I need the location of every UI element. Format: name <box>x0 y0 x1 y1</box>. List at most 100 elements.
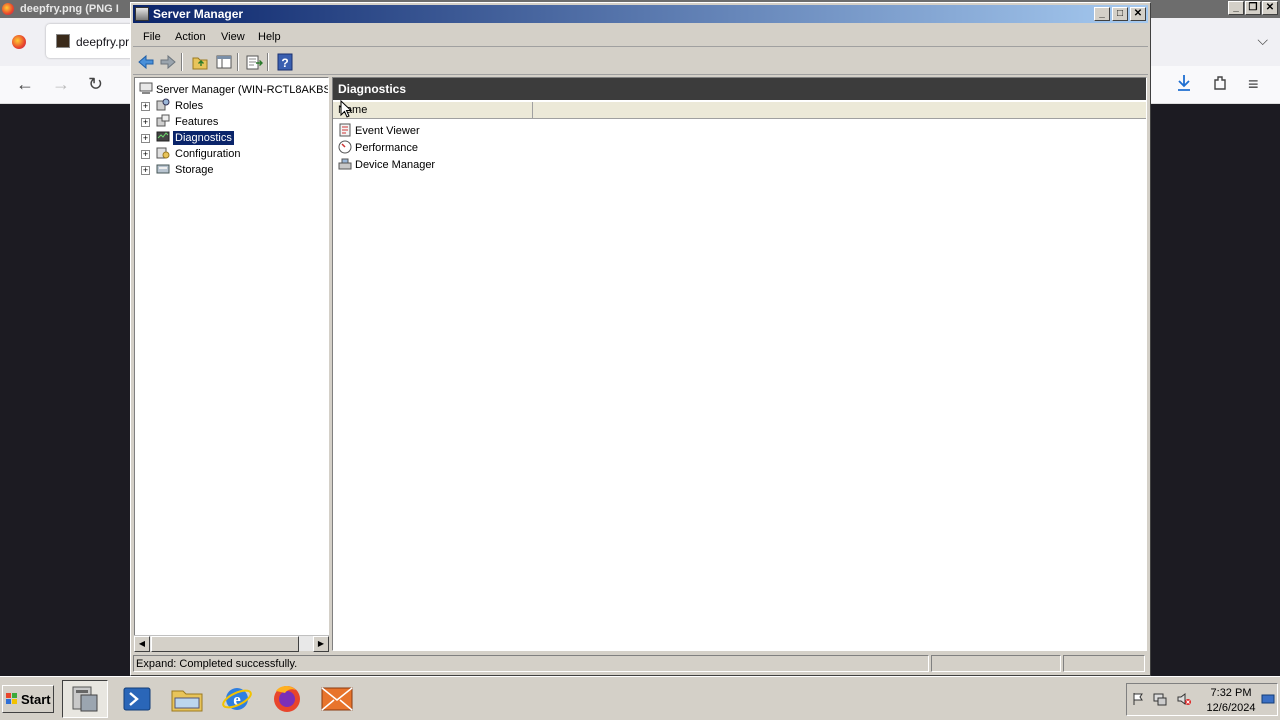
window-title: Server Manager <box>153 7 244 21</box>
storage-icon <box>156 164 170 174</box>
volume-muted-icon[interactable] <box>1177 692 1191 706</box>
server-manager-icon <box>72 686 98 712</box>
taskbar-internet-explorer[interactable]: e <box>214 680 260 718</box>
list-item-event-viewer[interactable]: Event Viewer <box>338 123 420 137</box>
list-item-label: Performance <box>355 142 418 154</box>
list-item-device-manager[interactable]: Device Manager <box>338 157 435 171</box>
firefox-logo-icon <box>2 3 14 15</box>
minimize-button[interactable]: _ <box>1094 7 1110 21</box>
status-bar: Expand: Completed successfully. <box>133 654 1148 673</box>
expand-toggle[interactable]: + <box>141 134 150 143</box>
back-icon[interactable] <box>137 53 155 71</box>
hamburger-menu-icon[interactable]: ≡ <box>1248 74 1259 95</box>
arrow-left-icon[interactable]: ← <box>16 74 34 95</box>
svg-text:?: ? <box>281 56 288 70</box>
clock-time: 7:32 PM <box>1210 687 1252 699</box>
toolbar: ? <box>133 49 1148 75</box>
show-desktop-icon[interactable] <box>1261 692 1275 706</box>
tree-node-label: Storage <box>175 164 214 176</box>
expand-toggle[interactable]: + <box>141 150 150 159</box>
forward-icon[interactable] <box>159 53 177 71</box>
status-text: Expand: Completed successfully. <box>133 655 929 672</box>
firefox-minimize-button[interactable]: _ <box>1228 1 1244 15</box>
tree-node-features[interactable]: + Features <box>141 114 220 128</box>
details-pane: Diagnostics Name Event Viewer Performanc… <box>332 77 1147 651</box>
details-header: Diagnostics <box>333 78 1146 100</box>
clock[interactable]: 7:32 PM 12/6/2024 <box>1203 686 1259 716</box>
column-header-name[interactable]: Name <box>333 102 533 119</box>
status-panel <box>931 655 1061 672</box>
taskbar-app[interactable] <box>314 680 360 718</box>
tree-node-label: Features <box>175 116 219 128</box>
reload-icon[interactable]: ↻ <box>88 74 103 95</box>
configuration-icon <box>156 147 170 159</box>
toolbar-separator <box>267 53 269 71</box>
tree-node-roles[interactable]: + Roles <box>141 98 205 112</box>
arrow-right-icon[interactable]: → <box>52 74 70 95</box>
scroll-thumb[interactable] <box>151 636 299 652</box>
show-hide-tree-icon[interactable] <box>215 53 233 71</box>
taskbar-firefox[interactable] <box>264 680 310 718</box>
server-manager-icon <box>135 7 149 21</box>
start-label: Start <box>21 692 51 707</box>
expand-toggle[interactable]: + <box>141 118 150 127</box>
tree-root-server-manager[interactable]: Server Manager (WIN-RCTL8AKBS( <box>139 82 329 96</box>
export-list-icon[interactable] <box>245 53 263 71</box>
network-icon[interactable] <box>1153 692 1167 706</box>
powershell-icon <box>123 687 151 711</box>
extensions-icon[interactable] <box>1212 74 1228 97</box>
column-header-row: Name <box>333 102 1146 119</box>
download-icon[interactable] <box>1176 74 1192 97</box>
menu-help[interactable]: Help <box>258 31 281 43</box>
help-icon[interactable]: ? <box>276 53 294 71</box>
tree-node-diagnostics[interactable]: + Diagnostics <box>141 130 234 145</box>
action-center-flag-icon[interactable] <box>1131 692 1145 706</box>
menu-action[interactable]: Action <box>175 31 206 43</box>
taskbar-explorer[interactable] <box>164 680 210 718</box>
firefox-close-button[interactable]: ✕ <box>1262 1 1278 15</box>
menu-view[interactable]: View <box>221 31 245 43</box>
tree-node-storage[interactable]: + Storage <box>141 162 216 176</box>
roles-icon <box>156 98 170 111</box>
diagnostics-icon <box>156 131 170 142</box>
start-button[interactable]: Start <box>2 685 54 713</box>
clock-date: 12/6/2024 <box>1206 702 1256 714</box>
server-computer-icon <box>139 82 153 94</box>
firefox-tab-label: deepfry.pr <box>76 35 130 49</box>
firefox-view-icon[interactable] <box>12 35 26 49</box>
maximize-button[interactable]: □ <box>1112 7 1128 21</box>
toolbar-separator <box>181 53 183 71</box>
tree-node-configuration[interactable]: + Configuration <box>141 146 242 160</box>
firefox-restore-button[interactable]: ❐ <box>1245 1 1261 15</box>
toolbar-separator <box>237 53 239 71</box>
internet-explorer-icon: e <box>222 688 252 710</box>
firefox-window-title: deepfry.png (PNG I <box>20 3 119 15</box>
taskbar-powershell[interactable] <box>114 680 160 718</box>
taskbar-server-manager[interactable] <box>62 680 108 718</box>
firefox-tab[interactable]: deepfry.pr <box>46 24 136 58</box>
tree-node-label: Diagnostics <box>173 131 234 145</box>
tree-horizontal-scrollbar[interactable]: ◀ ▶ <box>134 635 329 652</box>
event-viewer-icon <box>339 123 351 137</box>
expand-toggle[interactable]: + <box>141 102 150 111</box>
title-bar[interactable]: Server Manager _ □ ✕ <box>133 5 1148 23</box>
list-item-label: Device Manager <box>355 159 436 171</box>
system-tray: 7:32 PM 12/6/2024 <box>1126 683 1278 716</box>
tree-root-label: Server Manager (WIN-RCTL8AKBS( <box>156 84 329 96</box>
details-header-title: Diagnostics <box>338 82 407 96</box>
status-panel <box>1063 655 1145 672</box>
menu-bar: File Action View Help <box>133 27 1148 47</box>
up-folder-icon[interactable] <box>191 53 209 71</box>
scroll-right-arrow-icon[interactable]: ▶ <box>313 636 329 652</box>
explorer-icon <box>171 690 203 712</box>
close-button[interactable]: ✕ <box>1130 7 1146 21</box>
list-item-performance[interactable]: Performance <box>338 140 418 154</box>
list-all-tabs-chevron-icon[interactable]: ⌵ <box>1257 32 1268 49</box>
console-tree[interactable]: Server Manager (WIN-RCTL8AKBS( + Roles + F… <box>134 77 329 651</box>
list-item-label: Event Viewer <box>355 125 420 137</box>
features-icon <box>156 114 170 127</box>
server-manager-window: Server Manager _ □ ✕ File Action View He… <box>130 2 1151 676</box>
expand-toggle[interactable]: + <box>141 166 150 175</box>
scroll-left-arrow-icon[interactable]: ◀ <box>134 636 150 652</box>
menu-file[interactable]: File <box>143 31 161 43</box>
